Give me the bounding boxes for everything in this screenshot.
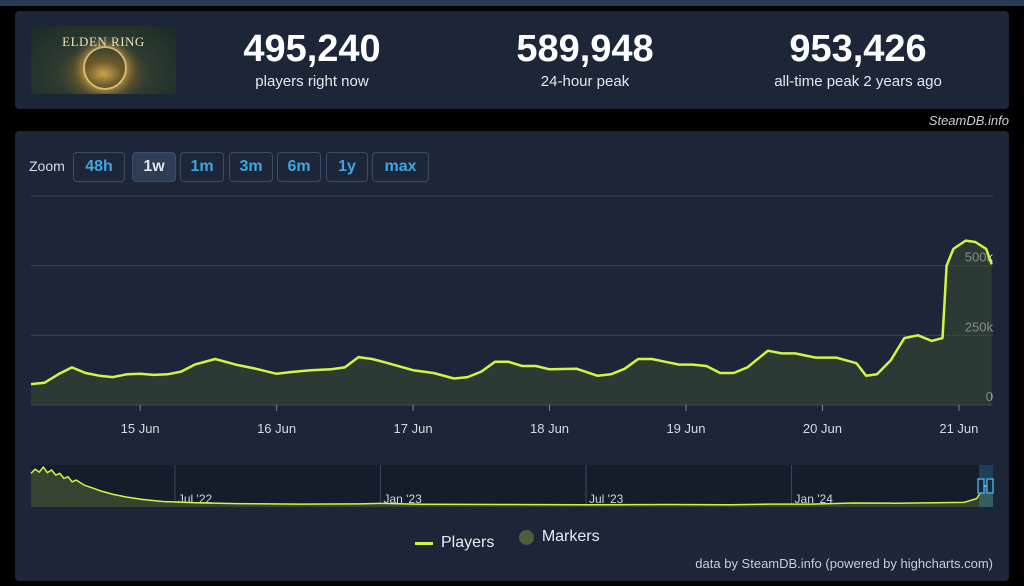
game-logo: ELDEN RING (31, 26, 176, 94)
legend-players-label: Players (441, 534, 495, 551)
alltime-peak-stat: 953,426 all-time peak 2 years ago (738, 27, 978, 90)
x-tick-label: 20 Jun (803, 421, 842, 436)
peak-24h-value: 589,948 (516, 28, 654, 70)
player-count-chart: 0250k500k15 Jun16 Jun17 Jun18 Jun19 Jun2… (30, 195, 993, 436)
x-tick-label: 19 Jun (666, 421, 705, 436)
navigator-chart[interactable]: Jul '22 Jan '23 Jul '23 Jan '24 (15, 461, 1009, 511)
zoom-1y-button[interactable]: 1y (326, 152, 368, 182)
stats-card: ELDEN RING 495,240 players right now 589… (15, 11, 1009, 109)
legend-markers-label: Markers (541, 528, 600, 545)
legend-markers[interactable]: Markers (518, 528, 600, 546)
x-tick-label: 16 Jun (257, 421, 296, 436)
zoom-label: Zoom (29, 158, 65, 174)
alltime-peak-label: all-time peak 2 years ago (774, 73, 942, 90)
current-players-label: players right now (255, 73, 369, 90)
chart-card: Zoom 48h 1w 1m 3m 6m 1y max 0250k500k15 … (15, 131, 1009, 581)
steamdb-credit-link[interactable]: SteamDB.info (929, 113, 1009, 128)
navigator-right-handle-icon[interactable] (986, 478, 994, 494)
peak-24h-stat: 589,948 24-hour peak (465, 27, 705, 90)
players-line-icon (415, 541, 433, 545)
highcharts-credit-link[interactable]: data by SteamDB.info (powered by highcha… (695, 556, 993, 571)
ring-emblem-icon (83, 46, 127, 90)
x-tick-label: 15 Jun (121, 421, 160, 436)
peak-24h-label: 24-hour peak (540, 73, 630, 90)
zoom-6m-button[interactable]: 6m (277, 152, 321, 182)
current-players-value: 495,240 (243, 28, 381, 70)
navigator-left-handle-icon[interactable] (977, 478, 985, 494)
x-tick-label: 21 Jun (939, 421, 978, 436)
x-tick-label: 18 Jun (530, 421, 569, 436)
zoom-1w-button[interactable]: 1w (132, 152, 176, 182)
markers-dot-icon (518, 529, 534, 545)
zoom-1m-button[interactable]: 1m (180, 152, 224, 182)
current-players-stat: 495,240 players right now (192, 27, 432, 90)
zoom-48h-button[interactable]: 48h (73, 152, 125, 182)
legend-players[interactable]: Players (415, 534, 494, 552)
x-tick-label: 17 Jun (394, 421, 433, 436)
top-bar (0, 0, 1024, 6)
chart-legend: Players Markers (415, 528, 620, 552)
zoom-3m-button[interactable]: 3m (229, 152, 273, 182)
zoom-max-button[interactable]: max (372, 152, 429, 182)
alltime-peak-value: 953,426 (789, 28, 927, 70)
